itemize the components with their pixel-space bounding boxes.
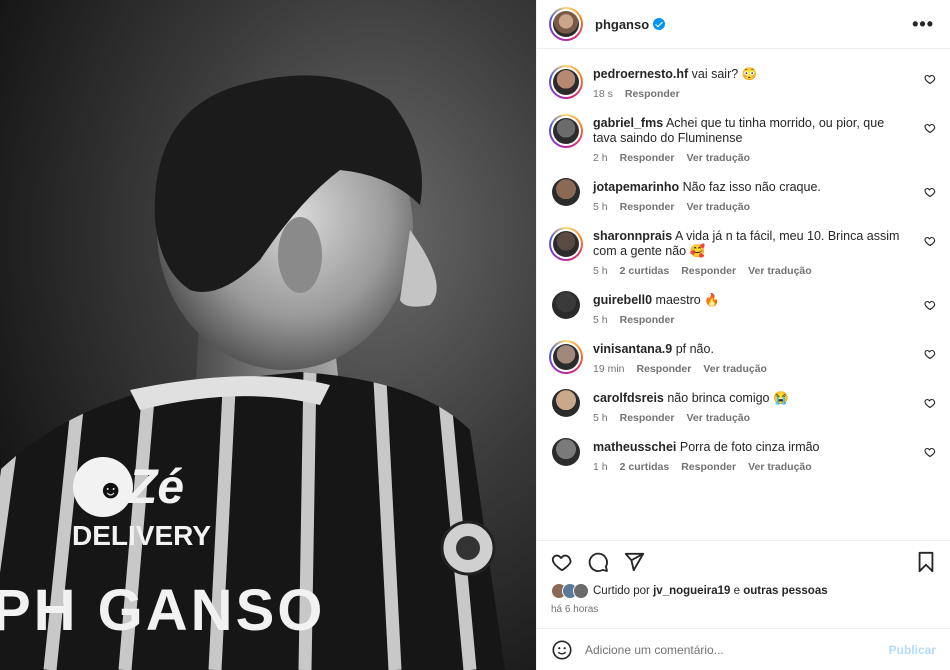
comment-like-icon[interactable] — [924, 299, 936, 311]
post-panel: phganso ••• pedroernesto.hf vai sair? 😳 1… — [536, 0, 950, 670]
commenter-avatar[interactable] — [549, 114, 583, 148]
reply-button[interactable]: Responder — [625, 88, 680, 100]
comment-time: 5 h — [593, 201, 608, 213]
comment-text: maestro 🔥 — [655, 293, 720, 307]
comments-list[interactable]: pedroernesto.hf vai sair? 😳 18 s Responder… — [537, 49, 950, 540]
comment-like-icon[interactable] — [924, 235, 936, 247]
comment-username[interactable]: guirebell0 — [593, 293, 652, 307]
likes-summary: Curtido por jv_nogueira19 e outras pesso… — [551, 583, 936, 599]
post-actions: Curtido por jv_nogueira19 e outras pesso… — [537, 540, 950, 628]
commenter-avatar[interactable] — [549, 65, 583, 99]
translate-button[interactable]: Ver tradução — [703, 363, 767, 375]
translate-button[interactable]: Ver tradução — [748, 265, 812, 277]
likes-connector: e — [733, 585, 741, 597]
comment-item: pedroernesto.hf vai sair? 😳 18 s Responder — [549, 65, 938, 100]
commenter-avatar[interactable] — [549, 340, 583, 374]
share-icon[interactable] — [623, 551, 645, 573]
comment-like-icon[interactable] — [924, 186, 936, 198]
emoji-icon[interactable] — [551, 639, 573, 661]
publish-button[interactable]: Publicar — [889, 643, 936, 657]
author-avatar[interactable] — [549, 7, 583, 41]
sponsor-top: Zé — [126, 461, 184, 514]
likes-others-link[interactable]: outras pessoas — [743, 585, 827, 597]
save-bookmark-icon[interactable] — [916, 551, 936, 573]
commenter-avatar[interactable] — [552, 389, 580, 417]
comment-item: carolfdsreis não brinca comigo 😭 5 h Respo… — [549, 389, 938, 424]
comment-time: 5 h — [593, 265, 608, 277]
comment-icon[interactable] — [587, 551, 609, 573]
reply-button[interactable]: Responder — [681, 265, 736, 277]
comment-likes-count[interactable]: 2 curtidas — [620, 265, 670, 277]
comment-text: vai sair? 😳 — [691, 67, 758, 81]
commenter-avatar[interactable] — [549, 227, 583, 261]
reply-button[interactable]: Responder — [620, 314, 675, 326]
comment-like-icon[interactable] — [924, 73, 936, 85]
comment-username[interactable]: gabriel_fms — [593, 116, 663, 130]
comment-item: gabriel_fms Achei que tu tinha morrido, … — [549, 114, 938, 164]
comment-like-icon[interactable] — [924, 397, 936, 409]
post-header: phganso ••• — [537, 0, 950, 49]
comment-item: guirebell0 maestro 🔥 5 h Responder — [549, 291, 938, 326]
post-timestamp: há 6 horas — [551, 604, 599, 615]
comment-username[interactable]: vinisantana.9 — [593, 342, 672, 356]
jersey-name: PH GANSO — [0, 578, 325, 643]
commenter-avatar[interactable] — [552, 178, 580, 206]
reply-button[interactable]: Responder — [681, 461, 736, 473]
reply-button[interactable]: Responder — [637, 363, 692, 375]
comment-text: Porra de foto cinza irmão — [679, 440, 820, 454]
comment-username[interactable]: carolfdsreis — [593, 391, 664, 405]
comment-time: 5 h — [593, 314, 608, 326]
comment-likes-count[interactable]: 2 curtidas — [620, 461, 670, 473]
liker-username[interactable]: jv_nogueira19 — [653, 585, 730, 597]
comment-username[interactable]: matheusschei — [593, 440, 676, 454]
reply-button[interactable]: Responder — [620, 201, 675, 213]
comment-time: 18 s — [593, 88, 613, 100]
comment-item: vinisantana.9 pf não. 19 min Responder Ver … — [549, 340, 938, 375]
comment-text: pf não. — [675, 342, 714, 356]
comment-time: 1 h — [593, 461, 608, 473]
comment-time: 2 h — [593, 152, 608, 164]
comment-username[interactable]: jotapemarinho — [593, 180, 679, 194]
add-comment-bar: Publicar — [537, 628, 950, 670]
more-options-icon[interactable]: ••• — [912, 14, 934, 35]
comment-time: 19 min — [593, 363, 625, 375]
comment-username[interactable]: pedroernesto.hf — [593, 67, 688, 81]
comment-item: jotapemarinho Não faz isso não craque. 5 … — [549, 178, 938, 213]
commenter-avatar[interactable] — [552, 291, 580, 319]
liker-avatar — [573, 583, 589, 599]
translate-button[interactable]: Ver tradução — [686, 152, 750, 164]
translate-button[interactable]: Ver tradução — [686, 412, 750, 424]
comment-input[interactable] — [585, 642, 889, 657]
comment-time: 5 h — [593, 412, 608, 424]
sponsor-bottom: DELIVERY — [72, 520, 211, 551]
verified-badge-icon — [653, 17, 666, 30]
likes-prefix: Curtido por — [593, 585, 650, 597]
comment-text: não brinca comigo 😭 — [667, 391, 789, 405]
reply-button[interactable]: Responder — [620, 412, 675, 424]
comment-text: Não faz isso não craque. — [682, 180, 821, 194]
comment-like-icon[interactable] — [924, 348, 936, 360]
sponsor-face: ☻ — [97, 474, 124, 504]
reply-button[interactable]: Responder — [620, 152, 675, 164]
comment-like-icon[interactable] — [924, 446, 936, 458]
comment-username[interactable]: sharonnprais — [593, 229, 672, 243]
like-icon[interactable] — [551, 551, 573, 573]
post-photo[interactable]: ☻ Zé DELIVERY PH GANSO — [0, 0, 536, 670]
photo-illustration: ☻ Zé DELIVERY PH GANSO — [0, 0, 536, 670]
author-username[interactable]: phganso — [595, 17, 666, 32]
comment-item: matheusschei Porra de foto cinza irmão 1 … — [549, 438, 938, 473]
commenter-avatar[interactable] — [552, 438, 580, 466]
translate-button[interactable]: Ver tradução — [748, 461, 812, 473]
comment-like-icon[interactable] — [924, 122, 936, 134]
translate-button[interactable]: Ver tradução — [686, 201, 750, 213]
comment-item: sharonnprais A vida já n ta fácil, meu 1… — [549, 227, 938, 277]
